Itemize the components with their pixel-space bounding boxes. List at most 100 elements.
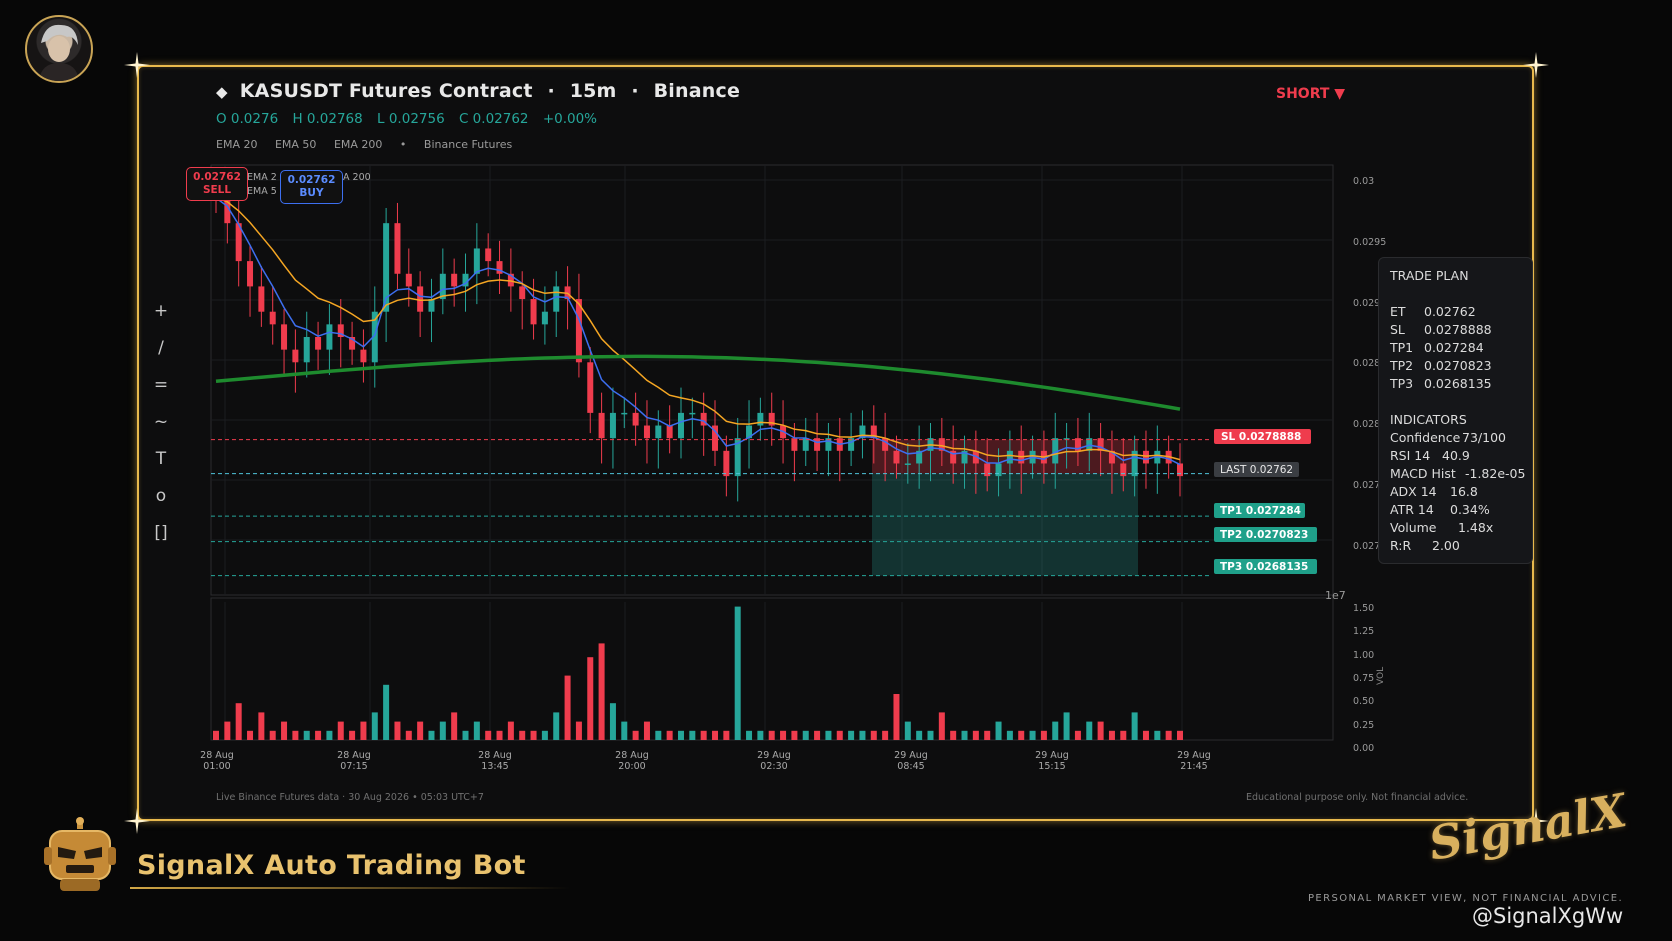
candle-body (666, 425, 673, 439)
volume-bar (337, 721, 344, 740)
candle-body (315, 337, 322, 350)
candle-body (269, 311, 276, 325)
legend-fragment: A 200 (343, 172, 371, 183)
candle-body (530, 299, 537, 325)
ema20-line (215, 197, 1181, 466)
volume-bar (507, 721, 514, 740)
candle-body (281, 324, 288, 350)
volume-bar (746, 730, 753, 740)
time-tick-date: 29 Aug (894, 750, 928, 761)
candle-body (984, 463, 991, 477)
time-tick-time: 07:15 (340, 761, 367, 772)
volume-bar (1006, 730, 1013, 740)
volume-bar (712, 730, 719, 740)
time-tick-time: 15:15 (1038, 761, 1065, 772)
volume-bar (780, 730, 787, 740)
candle-body (292, 349, 299, 363)
plan-value: 0.0268135 (1424, 376, 1492, 391)
candle-body (394, 223, 401, 274)
volume-bar (814, 730, 821, 740)
volume-bar (870, 730, 877, 740)
plan-value: 0.02762 (1424, 304, 1476, 319)
ind-value: 73/100 (1462, 430, 1506, 445)
indicators-title: INDICATORS (1390, 412, 1467, 427)
ind-value: 1.48x (1458, 520, 1494, 535)
volume-bar (1086, 721, 1093, 740)
sl-tag-label: SL 0.0278888 (1221, 431, 1301, 443)
volume-tick: 0.00 (1353, 743, 1374, 754)
volume-bar (519, 730, 526, 740)
candle-body (1177, 463, 1183, 477)
time-tick-time: 08:45 (897, 761, 924, 772)
volume-tick: 0.25 (1353, 720, 1374, 731)
candle-body (541, 311, 548, 325)
ind-key: Volume (1390, 520, 1437, 535)
volume-bar (371, 712, 378, 740)
volume-bar (439, 721, 446, 740)
volume-bar (1018, 730, 1025, 740)
volume-bar (689, 730, 696, 740)
volume-tick: 1.25 (1353, 626, 1374, 637)
volume-bar (485, 730, 492, 740)
volume-bar (394, 721, 401, 740)
ema200-line (215, 354, 1181, 411)
volume-bar (462, 730, 469, 740)
volume-bar (1165, 730, 1172, 740)
volume-bar (961, 730, 968, 740)
buy-price: 0.02762 (287, 174, 336, 186)
trade-plan-row: ET 0.02762 (1390, 303, 1532, 321)
volume-bar (927, 730, 934, 740)
candle-body (609, 412, 616, 439)
volume-bar (621, 721, 628, 740)
volume-bar (609, 703, 616, 740)
candle-body (655, 425, 662, 439)
volume-bar (1142, 730, 1149, 740)
volume-tick: 0.75 (1353, 673, 1374, 684)
bot-name-underline (130, 887, 570, 889)
candle-body (757, 412, 764, 426)
candle-body (405, 273, 412, 287)
data-source-footer: Live Binance Futures data · 30 Aug 2026 … (216, 792, 484, 803)
plan-value: 0.0278888 (1424, 322, 1492, 337)
volume-bar (655, 730, 662, 740)
plan-key: SL (1390, 322, 1405, 337)
candle-body (485, 248, 492, 262)
candle-body (553, 286, 560, 312)
volume-bar (791, 730, 798, 740)
buy-button[interactable]: 0.02762 BUY (280, 170, 343, 204)
volume-bar (916, 730, 923, 740)
tp3-tag-label: TP3 0.0268135 (1220, 561, 1308, 573)
trade-plan-row: TP1 0.027284 (1390, 339, 1532, 357)
volume-bar (757, 730, 764, 740)
candle-body (893, 450, 900, 464)
volume-bar (882, 730, 889, 740)
volume-bar (473, 721, 480, 740)
ind-key: Confidence (1390, 430, 1461, 445)
ind-key: MACD Hist (1390, 466, 1456, 481)
ind-key: ADX 14 (1390, 484, 1437, 499)
candle-body (598, 412, 605, 439)
volume-bar (1097, 721, 1104, 740)
price-tick: 0.03 (1353, 176, 1374, 187)
candle-body (519, 286, 526, 300)
volume-bar (575, 721, 582, 740)
volume-bar (405, 730, 412, 740)
volume-bar (269, 730, 276, 740)
plan-key: ET (1390, 304, 1406, 319)
sell-button[interactable]: 0.02762 SELL (186, 167, 248, 201)
candle-body (1006, 450, 1013, 464)
sell-label: SELL (202, 184, 232, 196)
plan-value: 0.027284 (1424, 340, 1484, 355)
legend-fragment: EMA 2 (247, 172, 277, 183)
volume-bar (587, 657, 594, 740)
indicator-row: Volume 1.48x (1390, 519, 1532, 537)
indicator-row: Confidence 73/100 (1390, 429, 1532, 447)
time-tick-time: 02:30 (760, 761, 787, 772)
volume-bars (213, 606, 1183, 740)
candle-body (632, 412, 639, 426)
candle-body (995, 463, 1002, 477)
volume-bar (360, 721, 367, 740)
volume-bar (859, 730, 866, 740)
time-tick-date: 29 Aug (1035, 750, 1069, 761)
tp1-tag-label: TP1 0.027284 (1220, 505, 1301, 517)
